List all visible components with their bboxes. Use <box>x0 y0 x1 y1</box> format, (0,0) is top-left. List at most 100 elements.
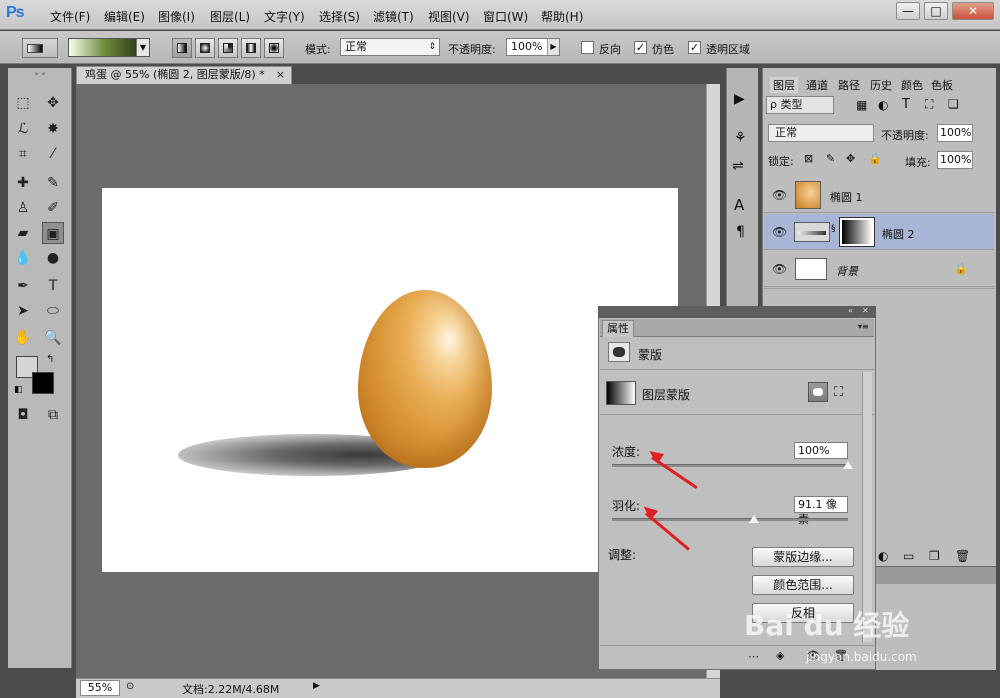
menu-select[interactable]: 选择(S) <box>319 8 360 25</box>
filter-adjustment-icon[interactable]: ◐ <box>878 98 888 112</box>
mask-edge-button[interactable]: 蒙版边缘... <box>752 547 854 567</box>
panel-grip[interactable]: » « <box>12 70 68 78</box>
new-group-icon[interactable]: ▭ <box>903 549 914 563</box>
radial-gradient-button[interactable] <box>195 38 215 58</box>
tab-color[interactable]: 颜色 <box>901 77 923 93</box>
density-slider-thumb[interactable] <box>843 461 853 469</box>
eyedropper-icon[interactable]: ⁄ <box>42 143 64 165</box>
status-menu-arrow-icon[interactable]: ▶ <box>313 681 320 691</box>
layer-row-selected[interactable]: 👁 § 椭圆 2 <box>764 214 994 250</box>
marquee-tool-icon[interactable]: ⬚ <box>12 92 34 114</box>
panel-titlebar[interactable] <box>598 306 876 318</box>
load-selection-icon[interactable]: ⋯ <box>748 650 759 663</box>
close-button[interactable]: ✕ <box>952 2 994 20</box>
pixel-mask-button[interactable] <box>808 382 828 402</box>
menu-filter[interactable]: 滤镜(T) <box>373 8 414 25</box>
chevron-down-icon[interactable]: ▼ <box>136 39 149 56</box>
tab-swatches[interactable]: 色板 <box>931 77 953 93</box>
brush-presets-icon[interactable]: ⚘ <box>734 130 747 146</box>
layer-opacity-input[interactable]: 100% <box>937 124 973 142</box>
menu-file[interactable]: 文件(F) <box>50 8 90 25</box>
layer-row[interactable]: 👁 背景 🔒 <box>764 251 994 287</box>
tool-preset-picker[interactable] <box>22 38 58 58</box>
close-tab-icon[interactable]: × <box>276 67 285 83</box>
tool-presets-icon[interactable]: ⇌ <box>732 158 744 174</box>
paragraph-icon[interactable]: ¶ <box>736 224 745 240</box>
blend-mode-select[interactable]: 正常 <box>768 124 874 142</box>
filter-shape-icon[interactable]: ⛶ <box>925 97 933 112</box>
feather-slider[interactable] <box>612 518 848 521</box>
restore-button[interactable]: □ <box>924 2 948 20</box>
path-select-icon[interactable]: ➤ <box>12 300 34 322</box>
tab-properties[interactable]: 属性 <box>602 320 634 337</box>
healing-brush-icon[interactable]: ✚ <box>12 172 34 194</box>
dither-checkbox[interactable]: ✓ <box>634 41 647 54</box>
lasso-tool-icon[interactable]: ℒ <box>12 118 34 140</box>
zoom-level[interactable]: 55% <box>80 680 120 696</box>
hand-tool-icon[interactable]: ✋ <box>12 327 34 349</box>
mode-select[interactable]: 正常 ⇕ <box>340 38 440 56</box>
menu-view[interactable]: 视图(V) <box>428 8 470 25</box>
background-color-swatch[interactable] <box>32 372 54 394</box>
close-panel-icon[interactable]: ✕ <box>862 306 869 315</box>
vector-mask-icon[interactable]: ⛶ <box>834 385 843 400</box>
panel-menu-icon[interactable]: ▾≡ <box>858 322 869 331</box>
color-range-button[interactable]: 颜色范围... <box>752 575 854 595</box>
density-slider[interactable] <box>612 464 848 467</box>
magic-wand-icon[interactable]: ✸ <box>42 118 64 140</box>
dodge-tool-icon[interactable]: ● <box>42 247 64 269</box>
menu-edit[interactable]: 编辑(E) <box>104 8 145 25</box>
delete-layer-icon[interactable]: 🗑 <box>955 549 970 563</box>
apply-mask-icon[interactable]: ◈ <box>776 649 784 662</box>
zoom-tool-icon[interactable]: 🔍 <box>42 327 64 349</box>
lock-all-icon[interactable]: 🔒 <box>868 152 882 165</box>
layer-filter-select[interactable]: ρ 类型 <box>766 96 834 114</box>
fill-input[interactable]: 100% <box>937 151 973 169</box>
crop-tool-icon[interactable]: ⌗ <box>12 143 34 165</box>
tab-channels[interactable]: 通道 <box>806 77 828 93</box>
minimize-button[interactable]: — <box>896 2 920 20</box>
default-colors-icon[interactable]: ◧ <box>14 385 23 395</box>
lock-position-icon[interactable]: ✥ <box>846 152 855 165</box>
reverse-checkbox[interactable] <box>581 41 594 54</box>
chevron-down-icon[interactable]: ▶ <box>547 39 559 55</box>
clone-stamp-icon[interactable]: ♙ <box>12 197 34 219</box>
mask-link-icon[interactable]: § <box>831 224 836 234</box>
feather-slider-thumb[interactable] <box>748 515 759 523</box>
layer-row[interactable]: 👁 椭圆 1 <box>764 177 994 213</box>
feather-input[interactable]: 91.1 像素 <box>794 496 848 526</box>
visibility-eye-icon[interactable]: 👁 <box>772 188 787 202</box>
quick-mask-icon[interactable]: ◘ <box>12 404 34 426</box>
layer-mask-thumbnail[interactable] <box>839 217 875 247</box>
menu-layer[interactable]: 图层(L) <box>210 8 250 25</box>
menu-image[interactable]: 图像(I) <box>158 8 195 25</box>
visibility-eye-icon[interactable]: 👁 <box>772 225 787 239</box>
pen-tool-icon[interactable]: ✒ <box>12 275 34 297</box>
filter-type-icon[interactable]: T <box>902 97 910 112</box>
visibility-eye-icon[interactable]: 👁 <box>772 262 787 276</box>
brush-tool-icon[interactable]: ✎ <box>42 172 64 194</box>
menu-help[interactable]: 帮助(H) <box>541 8 583 25</box>
swap-colors-icon[interactable]: ↰ <box>46 354 54 365</box>
status-icon[interactable]: ⊙ <box>126 681 134 692</box>
density-input[interactable]: 100% <box>794 442 848 459</box>
character-icon[interactable]: A <box>734 196 744 214</box>
angle-gradient-button[interactable] <box>218 38 238 58</box>
document-tab[interactable]: 鸡蛋 @ 55% (椭圆 2, 图层蒙版/8) * × <box>76 66 292 84</box>
filter-smart-icon[interactable]: ❏ <box>948 97 959 111</box>
blur-tool-icon[interactable]: 💧 <box>12 247 34 269</box>
lock-pixels-icon[interactable]: ✎ <box>826 152 835 165</box>
collapse-icon[interactable]: « <box>848 306 853 315</box>
linear-gradient-button[interactable] <box>172 38 192 58</box>
filter-pixel-icon[interactable]: ▦ <box>856 98 867 112</box>
tab-history[interactable]: 历史 <box>870 77 892 93</box>
gradient-tool-icon[interactable]: ▣ <box>42 222 64 244</box>
new-layer-icon[interactable]: ❐ <box>929 549 940 563</box>
history-brush-icon[interactable]: ✐ <box>42 197 64 219</box>
diamond-gradient-button[interactable] <box>264 38 284 58</box>
menu-type[interactable]: 文字(Y) <box>264 8 305 25</box>
type-tool-icon[interactable]: T <box>42 275 64 297</box>
lock-transparent-icon[interactable]: ⊠ <box>804 152 813 165</box>
screen-mode-icon[interactable]: ⧉ <box>42 404 64 426</box>
tab-paths[interactable]: 路径 <box>838 77 860 93</box>
